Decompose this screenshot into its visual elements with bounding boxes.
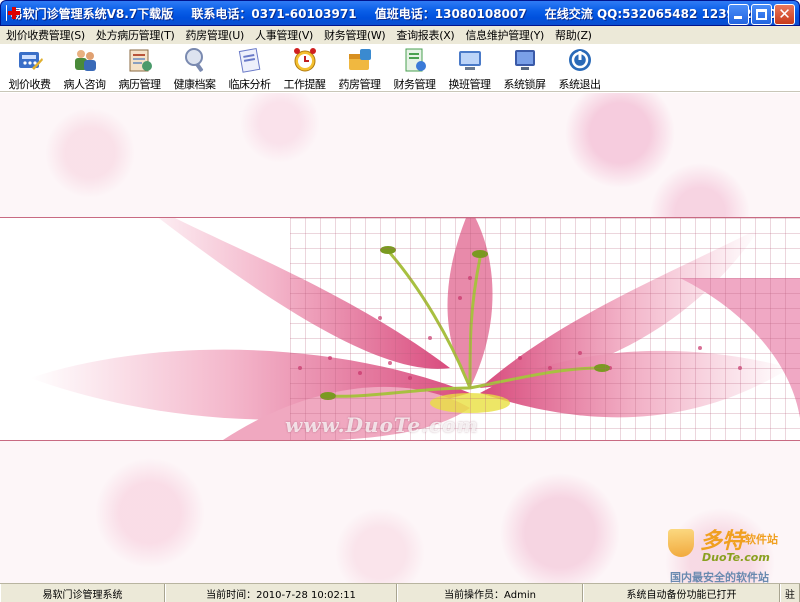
tool-label: 病历管理 xyxy=(118,78,162,91)
tool-shift-button[interactable]: 换班管理 xyxy=(442,44,497,92)
maximize-button[interactable] xyxy=(751,4,772,25)
status-backup: 系统自动备份功能已打开 xyxy=(583,584,780,602)
grid-overlay xyxy=(290,218,800,440)
tool-pharmacy-button[interactable]: 药房管理 xyxy=(332,44,387,92)
toolbar: 划价收费 病人咨询 病历管理 健康档案 临床分析 工作提醒 药房管理 财务管理 … xyxy=(0,44,800,92)
title-phone: 联系电话：0371-60103971 xyxy=(191,6,357,21)
title-bar[interactable]: 易软门诊管理系统V8.7下载版 联系电话：0371-60103971 值班电话：… xyxy=(0,0,800,26)
close-icon: ✕ xyxy=(778,5,791,23)
menu-help[interactable]: 帮助(Z) xyxy=(555,27,592,43)
alarm-clock-icon xyxy=(293,48,316,72)
tool-exit-button[interactable]: 系统退出 xyxy=(552,44,607,92)
tool-finance-button[interactable]: 财务管理 xyxy=(387,44,442,92)
tool-pricing-button[interactable]: 划价收费 xyxy=(2,44,57,92)
tool-label: 财务管理 xyxy=(393,78,437,91)
tool-label: 系统锁屏 xyxy=(503,78,547,91)
window-title: 易软门诊管理系统V8.7下载版 联系电话：0371-60103971 值班电话：… xyxy=(11,5,799,22)
power-exit-icon xyxy=(568,49,591,71)
close-button[interactable]: ✕ xyxy=(774,4,795,25)
window-controls: ✕ xyxy=(728,4,795,25)
records-icon xyxy=(129,49,152,72)
tool-lock-screen-button[interactable]: 系统锁屏 xyxy=(497,44,552,92)
tool-label: 健康档案 xyxy=(173,78,217,91)
logo-small-text: 软件站 xyxy=(745,533,778,546)
menu-prescription[interactable]: 处方病历管理(T) xyxy=(96,27,175,43)
shield-icon xyxy=(668,529,694,557)
status-current-time: 当前时间：2010-7-28 10:02:11 xyxy=(165,584,397,602)
maximize-icon xyxy=(756,9,767,20)
menu-personnel[interactable]: 人事管理(V) xyxy=(255,27,313,43)
status-operator: 当前操作员：Admin xyxy=(397,584,583,602)
finance-icon xyxy=(405,48,426,72)
tool-label: 划价收费 xyxy=(8,78,52,91)
title-app-name: 易软门诊管理系统V8.7下载版 xyxy=(10,6,174,21)
menu-pricing[interactable]: 划价收费管理(S) xyxy=(6,27,85,43)
lock-screen-icon xyxy=(514,50,535,70)
watermark-duote: www.DuoTe.com xyxy=(285,413,479,437)
tool-label: 换班管理 xyxy=(448,78,492,91)
menu-finance[interactable]: 财务管理(W) xyxy=(324,27,386,43)
title-duty-phone: 值班电话：13080108007 xyxy=(374,6,527,21)
logo-site-text: DuoTe.com xyxy=(702,551,770,564)
minimize-button[interactable] xyxy=(728,4,749,25)
tool-records-button[interactable]: 病历管理 xyxy=(112,44,167,92)
app-cross-icon xyxy=(6,5,15,21)
status-app-name: 易软门诊管理系统 xyxy=(0,584,165,602)
main-background: www.DuoTe.com 多特 软件站 DuoTe.com 国内最安全的软件站 xyxy=(0,93,800,583)
status-extra: 驻 xyxy=(780,584,800,602)
menu-bar: 划价收费管理(S) 处方病历管理(T) 药房管理(U) 人事管理(V) 财务管理… xyxy=(0,26,800,44)
status-bar: 易软门诊管理系统 当前时间：2010-7-28 10:02:11 当前操作员：A… xyxy=(0,583,800,602)
pricing-icon xyxy=(18,52,43,70)
menu-reports[interactable]: 查询报表(X) xyxy=(396,27,454,43)
logo-slogan-text: 国内最安全的软件站 xyxy=(670,571,769,583)
tool-label: 工作提醒 xyxy=(283,78,327,91)
clinical-analysis-icon xyxy=(238,48,260,73)
menu-pharmacy[interactable]: 药房管理(U) xyxy=(185,27,244,43)
patients-icon xyxy=(74,50,96,71)
pharmacy-icon xyxy=(348,49,371,70)
tool-label: 系统退出 xyxy=(558,78,602,91)
lily-banner-image: www.DuoTe.com xyxy=(0,217,800,441)
duote-watermark-logo: 多特 软件站 DuoTe.com 国内最安全的软件站 xyxy=(660,523,800,583)
tool-health-file-button[interactable]: 健康档案 xyxy=(167,44,222,92)
menu-info-maintenance[interactable]: 信息维护管理(Y) xyxy=(465,27,544,43)
tool-label: 病人咨询 xyxy=(63,78,107,91)
minimize-icon xyxy=(734,16,742,19)
health-file-icon xyxy=(184,48,203,72)
tool-clinical-analysis-button[interactable]: 临床分析 xyxy=(222,44,277,92)
shift-icon xyxy=(458,51,481,70)
tool-work-reminder-button[interactable]: 工作提醒 xyxy=(277,44,332,92)
tool-label: 药房管理 xyxy=(338,78,382,91)
tool-patient-consult-button[interactable]: 病人咨询 xyxy=(57,44,112,92)
tool-label: 临床分析 xyxy=(228,78,272,91)
